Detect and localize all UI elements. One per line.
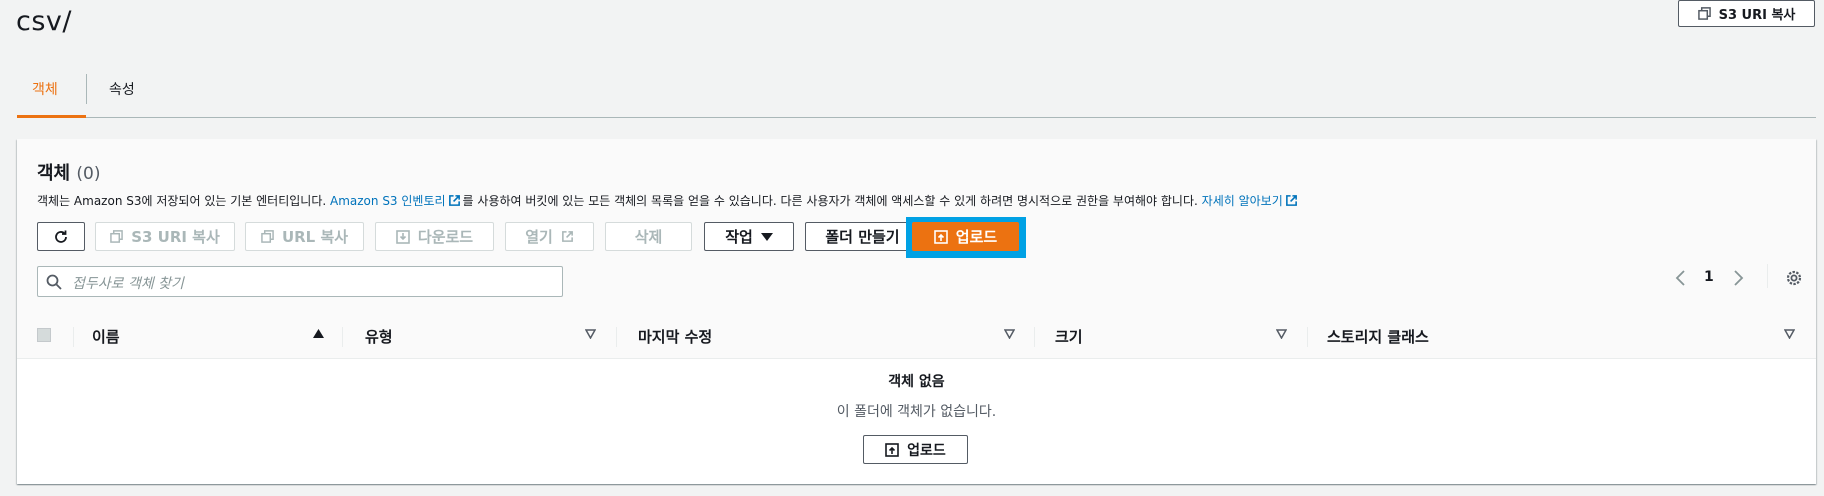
- tab-properties[interactable]: 속성: [109, 79, 135, 99]
- column-header-storage-class[interactable]: 스토리지 클래스: [1327, 326, 1429, 347]
- previous-page-icon[interactable]: [1674, 269, 1686, 287]
- actions-dropdown[interactable]: 작업: [704, 222, 794, 251]
- learn-more-link[interactable]: 자세히 알아보기: [1202, 194, 1283, 208]
- table-header-row: 이름 유형 마지막 수정 크기 스토리지 클래스: [17, 314, 1816, 359]
- tab-bar: 객체 속성: [17, 68, 1816, 118]
- empty-state-upload-label: 업로드: [907, 442, 946, 459]
- inventory-link[interactable]: Amazon S3 인벤토리: [330, 194, 446, 208]
- copy-icon: [110, 230, 124, 243]
- next-page-icon[interactable]: [1733, 269, 1745, 287]
- delete-label: 삭제: [634, 228, 663, 246]
- column-divider: [616, 327, 617, 347]
- settings-gear-icon[interactable]: [1785, 269, 1803, 287]
- select-all-checkbox[interactable]: [37, 328, 51, 342]
- description-text-2: 를 사용하여 버킷에 있는 모든 객체의 목록을 얻을 수 있습니다. 다른 사…: [462, 194, 1202, 208]
- sort-indicator-icon[interactable]: [585, 329, 596, 339]
- tab-divider: [86, 74, 87, 104]
- download-icon: [396, 229, 410, 244]
- create-folder-label: 폴더 만들기: [825, 228, 900, 246]
- column-header-last-modified[interactable]: 마지막 수정: [638, 326, 712, 347]
- column-divider: [1034, 327, 1035, 347]
- sort-ascending-icon[interactable]: [313, 329, 324, 339]
- column-header-size[interactable]: 크기: [1055, 326, 1083, 347]
- refresh-icon: [55, 230, 67, 243]
- search-field[interactable]: 접두사로 객체 찾기: [37, 266, 563, 297]
- copy-s3-uri-toolbar-label: S3 URI 복사: [131, 228, 220, 246]
- delete-button[interactable]: 삭제: [605, 222, 692, 251]
- panel-title-text: 객체: [37, 163, 71, 184]
- download-label: 다운로드: [417, 228, 474, 246]
- copy-icon: [1697, 7, 1711, 20]
- description-text-1: 객체는 Amazon S3에 저장되어 있는 기본 엔터티입니다.: [37, 194, 330, 208]
- copy-url-button[interactable]: URL 복사: [245, 222, 364, 251]
- upload-icon: [885, 442, 899, 457]
- upload-icon: [933, 229, 948, 244]
- external-link-icon: [1285, 195, 1297, 206]
- panel-title: 객체 (0): [37, 159, 101, 185]
- empty-state-title: 객체 없음: [888, 374, 945, 390]
- pager-divider: [1767, 264, 1768, 288]
- actions-label: 작업: [725, 228, 753, 246]
- objects-panel: 객체 (0) 객체는 Amazon S3에 저장되어 있는 기본 엔터티입니다.…: [17, 139, 1816, 484]
- copy-s3-uri-button[interactable]: S3 URI 복사: [1678, 0, 1815, 27]
- open-label: 열기: [525, 228, 553, 246]
- panel-description: 객체는 Amazon S3에 저장되어 있는 기본 엔터티입니다. Amazon…: [37, 192, 1300, 209]
- current-page[interactable]: 1: [1704, 269, 1714, 285]
- sort-indicator-icon[interactable]: [1784, 329, 1795, 339]
- caret-down-icon: [760, 232, 773, 241]
- search-icon: [46, 274, 62, 290]
- open-button[interactable]: 열기: [505, 222, 594, 251]
- column-divider: [73, 327, 74, 347]
- upload-button[interactable]: 업로드: [912, 222, 1019, 251]
- column-header-type[interactable]: 유형: [365, 326, 393, 347]
- copy-s3-uri-label: S3 URI 복사: [1718, 8, 1796, 23]
- sort-indicator-icon[interactable]: [1004, 329, 1015, 339]
- column-divider: [1307, 327, 1308, 347]
- column-divider: [342, 327, 343, 347]
- empty-state-upload-button[interactable]: 업로드: [863, 435, 968, 464]
- sort-indicator-icon[interactable]: [1276, 329, 1287, 339]
- tab-objects[interactable]: 객체: [32, 79, 58, 99]
- copy-url-label: URL 복사: [281, 228, 349, 246]
- create-folder-button[interactable]: 폴더 만들기: [805, 222, 920, 251]
- external-link-icon: [448, 195, 460, 206]
- object-count: (0): [76, 164, 101, 184]
- column-header-name[interactable]: 이름: [92, 326, 120, 347]
- upload-label: 업로드: [955, 228, 998, 246]
- copy-s3-uri-toolbar-button[interactable]: S3 URI 복사: [95, 222, 235, 251]
- refresh-button[interactable]: [37, 222, 85, 251]
- download-button[interactable]: 다운로드: [375, 222, 494, 251]
- external-link-icon: [561, 231, 573, 242]
- panel-header: 객체 (0) 객체는 Amazon S3에 저장되어 있는 기본 엔터티입니다.…: [17, 139, 1816, 315]
- empty-state-message: 이 폴더에 객체가 없습니다.: [836, 404, 997, 420]
- search-input[interactable]: 접두사로 객체 찾기: [72, 273, 184, 293]
- active-tab-indicator: [17, 115, 86, 118]
- copy-icon: [261, 230, 274, 243]
- page-title: csv/: [16, 6, 72, 37]
